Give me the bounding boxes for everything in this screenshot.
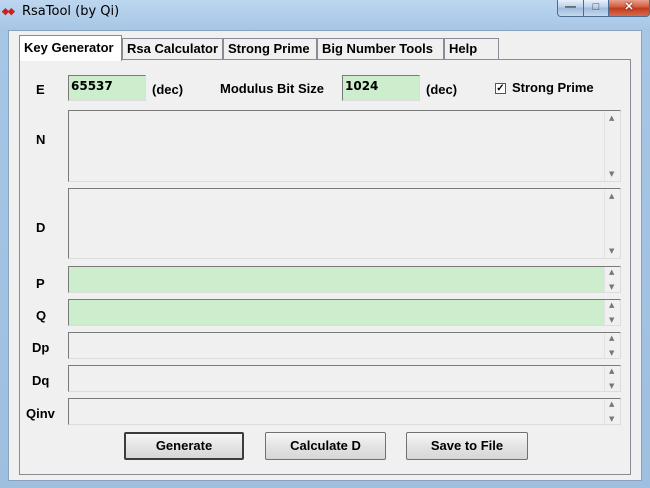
d-textarea[interactable]: ▲ ▼ bbox=[68, 188, 621, 259]
scroll-up-icon[interactable]: ▲ bbox=[609, 400, 614, 408]
scroll-up-icon[interactable]: ▲ bbox=[609, 268, 614, 276]
n-scrollbar[interactable]: ▲ ▼ bbox=[604, 111, 620, 181]
q-input[interactable]: ▲ ▼ bbox=[68, 299, 621, 326]
title-bar[interactable]: ◆◆ RsaTool (by Qi) — □ ✕ bbox=[0, 0, 650, 26]
modulus-bit-size-label: Modulus Bit Size bbox=[220, 81, 324, 96]
dq-scrollbar[interactable]: ▲ ▼ bbox=[604, 366, 620, 391]
close-button[interactable]: ✕ bbox=[608, 0, 650, 17]
app-icon: ◆◆ bbox=[2, 6, 15, 16]
scroll-up-icon[interactable]: ▲ bbox=[609, 334, 614, 342]
tab-big-number-tools[interactable]: Big Number Tools bbox=[317, 38, 444, 59]
p-scrollbar[interactable]: ▲ ▼ bbox=[604, 267, 620, 292]
e-label: E bbox=[36, 82, 45, 97]
scroll-down-icon[interactable]: ▼ bbox=[609, 382, 614, 390]
n-textarea[interactable]: ▲ ▼ bbox=[68, 110, 621, 182]
dp-label: Dp bbox=[32, 340, 50, 355]
dp-scrollbar[interactable]: ▲ ▼ bbox=[604, 333, 620, 358]
scroll-down-icon[interactable]: ▼ bbox=[609, 316, 614, 324]
scroll-up-icon[interactable]: ▲ bbox=[609, 114, 614, 122]
maximize-button[interactable]: □ bbox=[583, 0, 609, 17]
q-scrollbar[interactable]: ▲ ▼ bbox=[604, 300, 620, 325]
generate-button[interactable]: Generate bbox=[124, 432, 244, 460]
d-scrollbar[interactable]: ▲ ▼ bbox=[604, 189, 620, 258]
close-icon: ✕ bbox=[624, 1, 634, 13]
scroll-down-icon[interactable]: ▼ bbox=[609, 247, 614, 255]
dp-input[interactable]: ▲ ▼ bbox=[68, 332, 621, 359]
scroll-down-icon[interactable]: ▼ bbox=[609, 349, 614, 357]
q-label: Q bbox=[36, 308, 47, 323]
maximize-icon: □ bbox=[592, 1, 600, 13]
qinv-scrollbar[interactable]: ▲ ▼ bbox=[604, 399, 620, 424]
strong-prime-label: Strong Prime bbox=[512, 80, 594, 95]
strong-prime-checkbox[interactable]: ✓ bbox=[495, 83, 506, 94]
p-input[interactable]: ▲ ▼ bbox=[68, 266, 621, 293]
scroll-down-icon[interactable]: ▼ bbox=[609, 170, 614, 178]
dq-input[interactable]: ▲ ▼ bbox=[68, 365, 621, 392]
tab-help[interactable]: Help bbox=[444, 38, 499, 59]
scroll-up-icon[interactable]: ▲ bbox=[609, 367, 614, 375]
tab-strong-prime[interactable]: Strong Prime bbox=[223, 38, 317, 59]
save-to-file-button[interactable]: Save to File bbox=[406, 432, 528, 460]
e-input[interactable]: 65537 bbox=[68, 75, 146, 101]
d-label: D bbox=[36, 220, 46, 235]
n-label: N bbox=[36, 132, 46, 147]
app-window: ◆◆ RsaTool (by Qi) — □ ✕ Key Generator R… bbox=[0, 0, 650, 488]
window-title: RsaTool (by Qi) bbox=[22, 4, 120, 19]
p-label: P bbox=[36, 276, 45, 291]
scroll-up-icon[interactable]: ▲ bbox=[609, 301, 614, 309]
tab-key-generator[interactable]: Key Generator bbox=[19, 35, 122, 61]
key-generator-panel: E 65537 (dec) Modulus Bit Size 1024 (dec… bbox=[19, 59, 631, 475]
scroll-down-icon[interactable]: ▼ bbox=[609, 415, 614, 423]
e-unit: (dec) bbox=[152, 82, 184, 97]
qinv-label: Qinv bbox=[26, 406, 55, 421]
minimize-icon: — bbox=[565, 1, 576, 13]
qinv-input[interactable]: ▲ ▼ bbox=[68, 398, 621, 425]
modulus-unit: (dec) bbox=[426, 82, 458, 97]
scroll-up-icon[interactable]: ▲ bbox=[609, 192, 614, 200]
modulus-bit-size-input[interactable]: 1024 bbox=[342, 75, 420, 101]
dq-label: Dq bbox=[32, 373, 50, 388]
minimize-button[interactable]: — bbox=[557, 0, 584, 17]
tab-rsa-calculator[interactable]: Rsa Calculator bbox=[122, 38, 223, 59]
scroll-down-icon[interactable]: ▼ bbox=[609, 283, 614, 291]
dialog-client: Key Generator Rsa Calculator Strong Prim… bbox=[8, 30, 642, 481]
calculate-d-button[interactable]: Calculate D bbox=[265, 432, 386, 460]
